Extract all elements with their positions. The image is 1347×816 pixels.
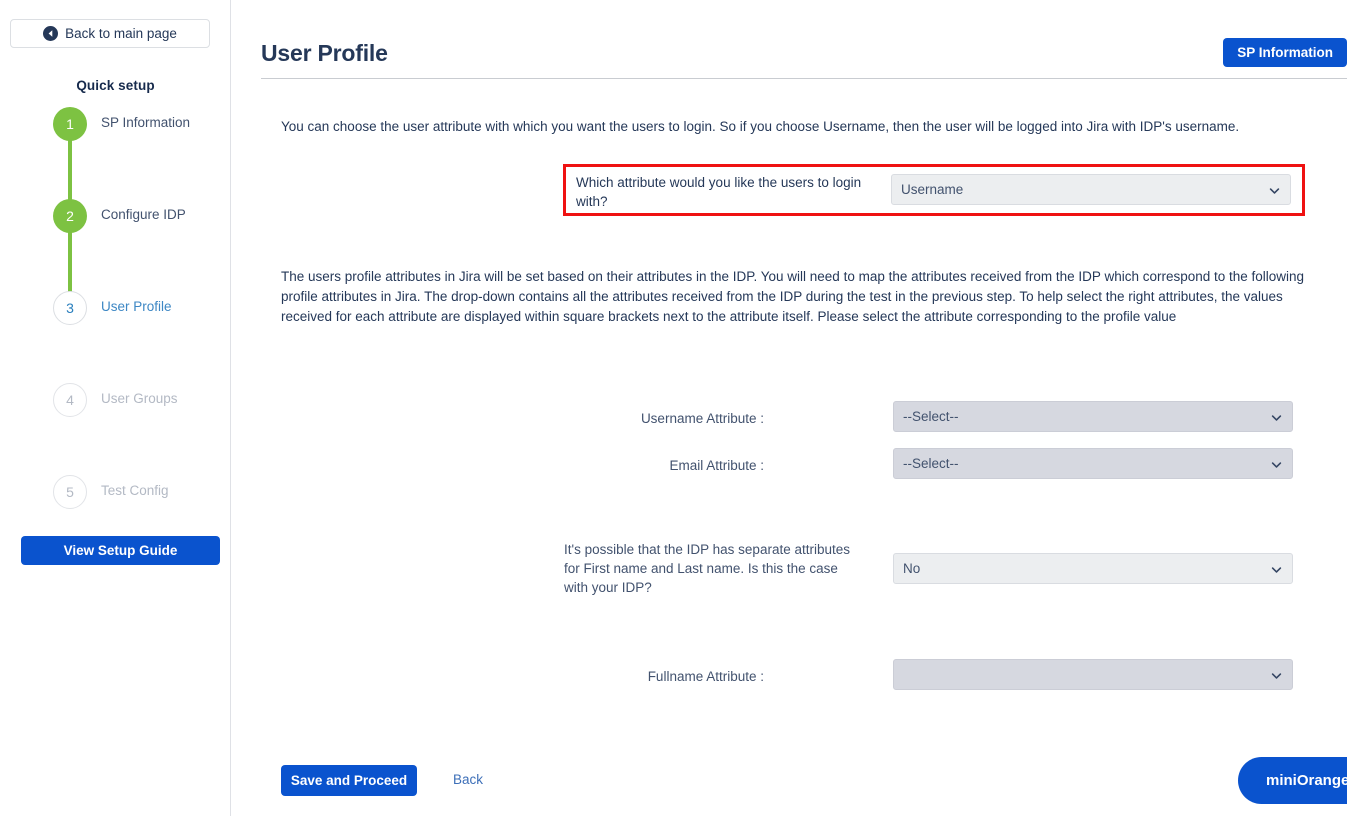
step-number-badge: 4 [53,383,87,417]
login-attribute-value: Username [901,182,964,197]
email-attribute-select[interactable]: --Select-- [893,448,1293,479]
username-attribute-label: Username Attribute : [640,411,764,426]
chevron-down-icon [1271,411,1282,422]
sidebar-step-user-groups[interactable]: 4 User Groups [0,379,231,471]
separate-names-select-control[interactable]: No [893,553,1293,584]
chevron-down-icon [1271,563,1282,574]
body-description-text: The users profile attributes in Jira wil… [281,269,1305,324]
sidebar: Back to main page Quick setup 1 SP Infor… [0,0,231,816]
field-separate-names: It's possible that the IDP has separate … [231,533,1321,603]
intro-text: You can choose the user attribute with w… [281,119,1240,134]
login-attribute-select-control[interactable]: Username [891,174,1291,205]
separate-names-value: No [903,561,921,576]
back-to-main-page-label: Back to main page [65,26,177,41]
main-content: User Profile SP Information You can choo… [231,0,1347,816]
back-link[interactable]: Back [453,772,483,787]
step-label: User Groups [101,391,178,406]
username-attribute-value: --Select-- [903,409,959,424]
fullname-attribute-select[interactable] [893,659,1293,690]
step-label: Test Config [101,483,169,498]
sp-information-button[interactable]: SP Information [1223,38,1347,67]
field-email-attribute: Email Attribute : --Select-- [231,448,1321,482]
fullname-attribute-select-control[interactable] [893,659,1293,690]
separate-names-label: It's possible that the IDP has separate … [564,542,850,595]
email-attribute-value: --Select-- [903,456,959,471]
setup-steps-list: 1 SP Information 2 Configure IDP 3 User … [0,103,231,563]
sidebar-step-configure-idp[interactable]: 2 Configure IDP [0,195,231,307]
step-number-badge: 5 [53,475,87,509]
fullname-attribute-label: Fullname Attribute : [647,669,764,684]
step-label: Configure IDP [101,207,186,222]
step-number-badge: 2 [53,199,87,233]
field-username-attribute: Username Attribute : --Select-- [231,401,1321,435]
quick-setup-heading: Quick setup [76,78,155,93]
step-label: SP Information [101,115,191,130]
chevron-down-icon [1271,669,1282,680]
step-label: User Profile [101,299,172,314]
email-attribute-select-control[interactable]: --Select-- [893,448,1293,479]
miniorange-support-button[interactable]: miniOrange Support [1238,757,1347,804]
sidebar-step-sp-information[interactable]: 1 SP Information [0,103,231,215]
step-number-badge: 3 [53,291,87,325]
chevron-down-icon [1269,184,1280,195]
login-attribute-label: Which attribute would you like the users… [576,175,862,209]
chevron-down-icon [1271,458,1282,469]
view-setup-guide-button[interactable]: View Setup Guide [21,536,220,565]
field-fullname-attribute: Fullname Attribute : [231,659,1321,693]
back-to-main-page-button[interactable]: Back to main page [10,19,210,48]
arrow-left-circle-icon [43,26,59,41]
separate-names-select[interactable]: No [893,553,1293,584]
login-attribute-highlight-box: Which attribute would you like the users… [563,164,1305,216]
header-divider [261,78,1347,79]
step-number-badge: 1 [53,107,87,141]
email-attribute-label: Email Attribute : [669,458,764,473]
page-title: User Profile [261,40,388,66]
save-and-proceed-button[interactable]: Save and Proceed [281,765,417,796]
username-attribute-select[interactable]: --Select-- [893,401,1293,432]
sidebar-step-user-profile[interactable]: 3 User Profile [0,287,231,379]
username-attribute-select-control[interactable]: --Select-- [893,401,1293,432]
login-attribute-select[interactable]: Username [891,174,1291,205]
page-root: Back to main page Quick setup 1 SP Infor… [0,0,1347,816]
